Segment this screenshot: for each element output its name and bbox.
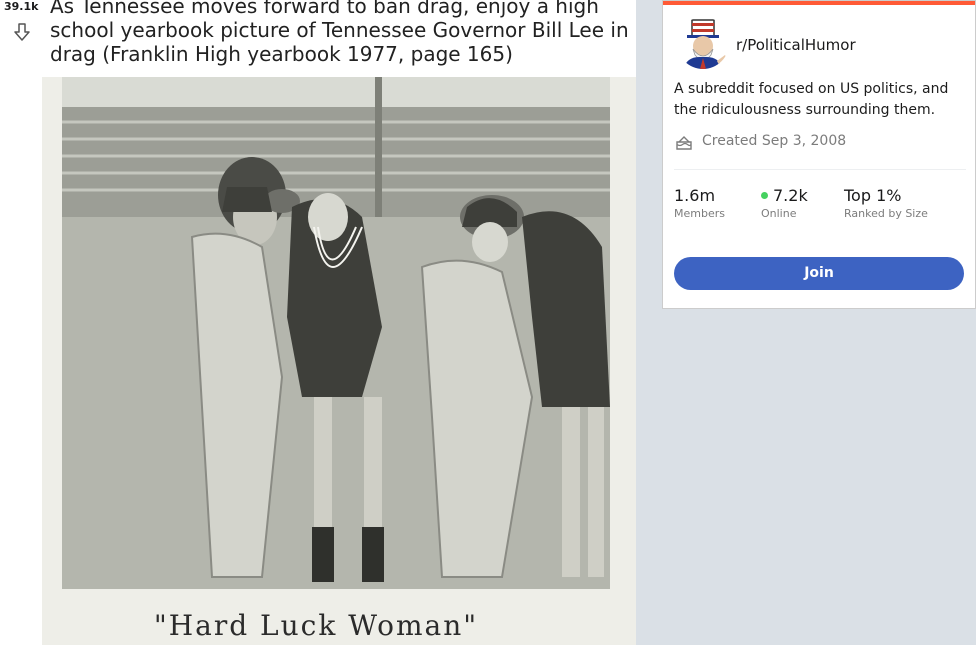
- vote-score: 39.1k: [4, 0, 39, 13]
- post-card: 39.1k As Tennessee moves forward to ban …: [0, 0, 636, 645]
- sidebar-accent-bar: [663, 1, 975, 5]
- uncle-sam-icon: [677, 17, 729, 69]
- post-image[interactable]: "Hard Luck Woman": [42, 77, 636, 645]
- subreddit-description: A subreddit focused on US politics, and …: [674, 81, 949, 118]
- post-title[interactable]: As Tennessee moves forward to ban drag, …: [50, 0, 630, 66]
- stat-members: 1.6m Members: [674, 186, 725, 220]
- downvote-icon[interactable]: [12, 22, 32, 42]
- stat-rank: Top 1% Ranked by Size: [844, 186, 928, 220]
- subreddit-sidebar: r/PoliticalHumor A subreddit focused on …: [662, 0, 976, 309]
- online-dot-icon: [761, 192, 768, 199]
- photo-caption: "Hard Luck Woman": [153, 609, 479, 642]
- subreddit-avatar[interactable]: [677, 17, 729, 69]
- created-date: Created Sep 3, 2008: [702, 133, 847, 149]
- subreddit-name[interactable]: r/PoliticalHumor: [736, 36, 856, 54]
- stat-online-label: Online: [761, 207, 797, 220]
- stat-rank-value: Top 1%: [844, 186, 902, 205]
- stat-online-value: 7.2k: [773, 186, 808, 205]
- stat-online: 7.2k Online: [761, 186, 808, 220]
- stat-members-label: Members: [674, 207, 725, 220]
- sidebar-divider: [674, 169, 966, 170]
- stat-members-value: 1.6m: [674, 186, 716, 205]
- stat-rank-label: Ranked by Size: [844, 207, 928, 220]
- vote-column: 39.1k: [0, 0, 44, 645]
- cake-icon: [676, 136, 692, 150]
- photo-illustration: [62, 77, 610, 589]
- join-button[interactable]: Join: [674, 257, 964, 290]
- yearbook-photo: [62, 77, 610, 589]
